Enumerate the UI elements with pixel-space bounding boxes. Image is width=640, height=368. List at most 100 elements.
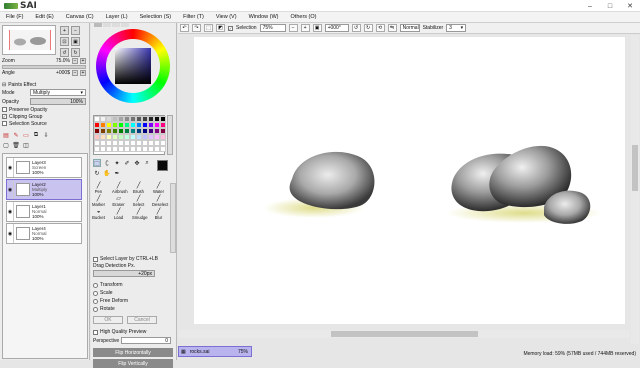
color-wheel-tab[interactable] — [94, 23, 102, 27]
deselect-icon[interactable]: ⬚ — [204, 24, 213, 32]
menu-edit[interactable]: Edit (E) — [35, 14, 53, 20]
brush-water[interactable]: ╱ Water — [152, 183, 165, 195]
color-wheel[interactable] — [96, 29, 170, 103]
brush-airbrush[interactable]: ╱ Airbrush — [112, 183, 128, 195]
menu-layer[interactable]: Layer (L) — [106, 14, 128, 20]
rotate-tool-icon[interactable]: ↻ — [93, 169, 101, 177]
maximize-button[interactable]: □ — [600, 0, 620, 12]
zoom-reset-icon[interactable]: ▣ — [312, 24, 322, 32]
cancel-button[interactable]: Cancel — [127, 316, 157, 324]
brush-eraser[interactable]: ▱ Eraser — [112, 196, 125, 208]
horizontal-scroll-thumb[interactable] — [331, 331, 478, 337]
selection-tool-icon[interactable]: ⬚ — [93, 159, 101, 167]
angle-select[interactable]: +000° — [324, 24, 349, 32]
new-linework-layer-icon[interactable]: ✎ — [12, 131, 20, 139]
menu-selection[interactable]: Selection (S) — [140, 14, 172, 20]
zoom-select[interactable]: 75% — [259, 24, 286, 32]
zoom-minus-icon[interactable]: − — [72, 58, 78, 64]
horizontal-scrollbar[interactable] — [178, 330, 630, 338]
perspective-input[interactable]: 0 — [121, 337, 171, 344]
rgb-slider-tab[interactable] — [103, 23, 111, 27]
zoom-fit-icon[interactable]: ⊡ — [60, 37, 69, 46]
merge-down-icon[interactable]: ⇩ — [42, 131, 50, 139]
menu-canvas[interactable]: Canvas (C) — [66, 14, 94, 20]
brush-bucket[interactable]: ◒ Bucket — [92, 209, 105, 221]
brush-smudge[interactable]: ╱ Smudge — [132, 209, 148, 221]
flip-vertically-button[interactable]: Flip Vertically — [93, 359, 173, 368]
brush-brush[interactable]: ╱ Brush — [132, 183, 145, 195]
visibility-eye-icon[interactable]: ◉ — [7, 202, 14, 221]
delete-layer-icon[interactable]: 🗑 — [12, 141, 20, 149]
brush-blur[interactable]: ╱ Blur — [152, 209, 165, 221]
angle-minus-icon[interactable]: − — [72, 70, 78, 76]
zoom-out-icon[interactable]: − — [71, 26, 80, 35]
rotate-radio[interactable] — [93, 306, 98, 312]
rotate-right-icon[interactable]: ↻ — [363, 24, 373, 32]
selection-checkbox[interactable]: ✓ — [228, 25, 233, 31]
flip-horizontally-button[interactable]: Flip Horizontally — [93, 348, 173, 357]
menu-others[interactable]: Others (O) — [291, 14, 317, 20]
preserve-opacity-checkbox[interactable] — [2, 107, 7, 112]
magic-wand-icon[interactable]: ✦ — [113, 159, 121, 167]
brush-pen[interactable]: ╱ Pen — [92, 183, 105, 195]
move-tool-icon[interactable]: ✥ — [133, 159, 141, 167]
pen-tool-icon[interactable]: ✒ — [113, 169, 121, 177]
brush-select[interactable]: ╱ Select — [132, 196, 145, 208]
vertical-scrollbar[interactable] — [631, 35, 639, 344]
zoom-in-icon[interactable]: + — [300, 24, 310, 32]
new-layer-icon[interactable]: ▤ — [2, 131, 10, 139]
saturation-value-square[interactable] — [115, 48, 151, 84]
clipping-group-checkbox[interactable]: ✓ — [2, 114, 7, 119]
document-tab[interactable]: ▦ rocks.sai 75% — [178, 346, 252, 357]
brush-deselect[interactable]: ╱ Deselect — [152, 196, 168, 208]
zoom-plus-icon[interactable]: + — [80, 58, 86, 64]
lasso-tool-icon[interactable]: ʗ — [103, 159, 111, 167]
primary-color-swatch[interactable] — [157, 160, 168, 171]
copy-layer-icon[interactable]: ⧉ — [32, 131, 40, 139]
brush-scrollbar[interactable] — [170, 183, 176, 253]
menu-filter[interactable]: Filter (T) — [183, 14, 204, 20]
minimize-button[interactable]: – — [580, 0, 600, 12]
zoom-in-icon[interactable]: + — [60, 26, 69, 35]
zoom-reset-icon[interactable]: ▣ — [71, 37, 80, 46]
flip-view-icon[interactable]: ⇋ — [387, 24, 397, 32]
invert-selection-icon[interactable]: ◩ — [216, 24, 225, 32]
rotate-left-icon[interactable]: ↺ — [60, 48, 69, 57]
blend-mode-toolbar-select[interactable]: Normal — [399, 24, 420, 32]
layer-item-layer4[interactable]: ◉ Layer4 Normal 100% — [6, 223, 82, 244]
eyedropper-icon[interactable]: ✐ — [123, 159, 131, 167]
hsv-slider-tab[interactable] — [112, 23, 120, 27]
undo-icon[interactable]: ↶ — [180, 24, 189, 32]
selection-source-checkbox[interactable] — [2, 121, 7, 126]
menu-window[interactable]: Window (W) — [249, 14, 279, 20]
vertical-scroll-thumb[interactable] — [632, 145, 638, 191]
visibility-eye-icon[interactable]: ◉ — [7, 224, 14, 243]
angle-plus-icon[interactable]: + — [80, 70, 86, 76]
rotate-reset-icon[interactable]: ⟲ — [375, 24, 385, 32]
new-folder-icon[interactable]: ▭ — [22, 131, 30, 139]
palette-swatch[interactable] — [160, 146, 166, 152]
apply-mask-icon[interactable]: ◫ — [22, 141, 30, 149]
navigator-preview[interactable] — [2, 25, 56, 55]
transform-radio[interactable] — [93, 282, 98, 288]
menu-view[interactable]: View (V) — [216, 14, 237, 20]
palette-scrollbar[interactable] — [167, 115, 173, 155]
zoom-out-icon[interactable]: − — [288, 24, 298, 32]
layer-item-layer2[interactable]: ◉ Layer2 Multiply 100% — [6, 179, 82, 200]
brush-load[interactable]: ╱ Load — [112, 209, 125, 221]
visibility-eye-icon[interactable]: ◉ — [7, 180, 14, 199]
hand-tool-icon[interactable]: ✋ — [103, 169, 111, 177]
ok-button[interactable]: OK — [93, 316, 123, 324]
layer-item-layer3[interactable]: ◉ Layer3 Screen 100% — [6, 157, 82, 178]
swatches-tab[interactable] — [121, 23, 129, 27]
redo-icon[interactable]: ↷ — [192, 24, 201, 32]
menu-file[interactable]: File (F) — [6, 14, 23, 20]
drag-detection-slider[interactable]: +20px — [93, 270, 155, 277]
scale-radio[interactable] — [93, 290, 98, 296]
free-deform-radio[interactable] — [93, 298, 98, 304]
close-button[interactable]: ✕ — [620, 0, 640, 12]
clear-layer-icon[interactable]: ▢ — [2, 141, 10, 149]
rotate-right-icon[interactable]: ↻ — [71, 48, 80, 57]
blend-mode-select[interactable]: Multiply ▾ — [30, 89, 86, 96]
select-layer-checkbox[interactable] — [93, 256, 98, 262]
